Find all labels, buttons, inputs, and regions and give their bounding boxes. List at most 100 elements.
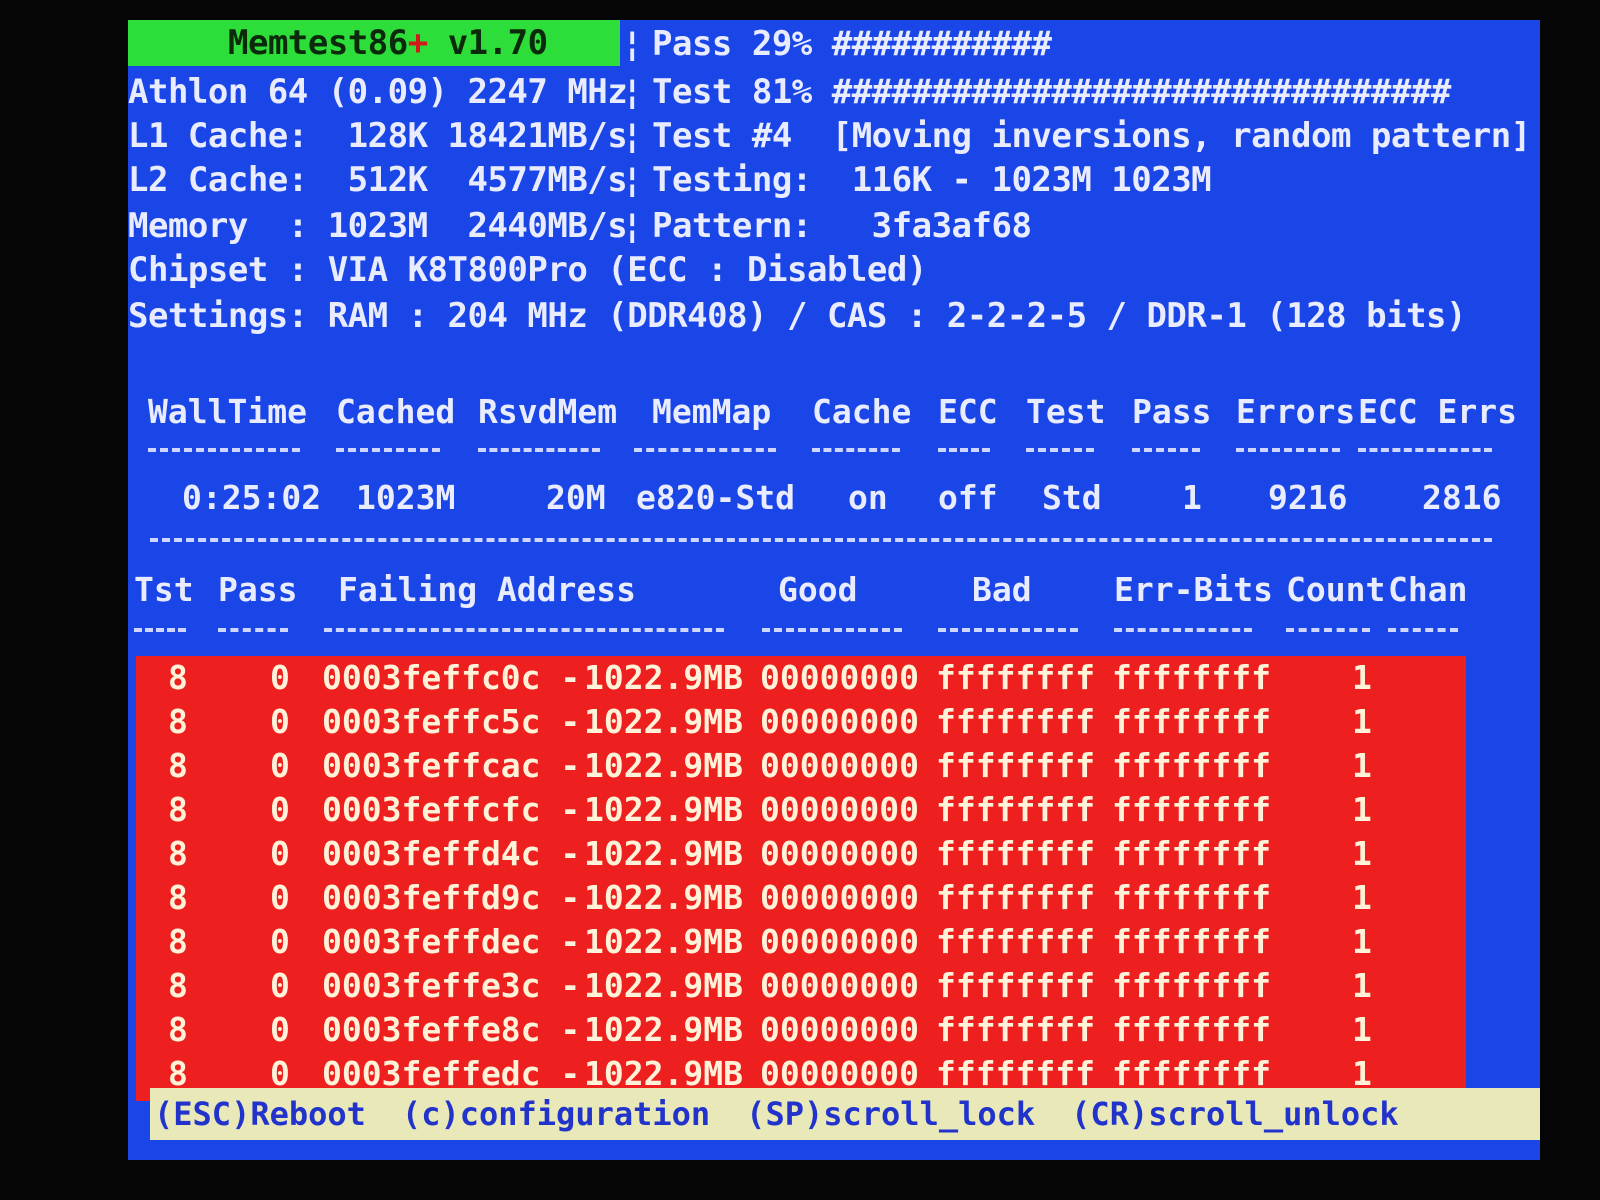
error-row: 8 0 0003feffdec - 1022.9MB 00000000 ffff… — [136, 920, 1466, 964]
scroll-lock-key-hint[interactable]: (SP)scroll_lock — [746, 1095, 1035, 1133]
stat-underline — [634, 448, 776, 456]
err-count: 1 — [1352, 834, 1372, 873]
footer-key-bar: (ESC)Reboot (c)configuration (SP)scroll_lo… — [150, 1088, 1540, 1140]
err-good: 00000000 — [760, 1010, 919, 1049]
err-bad: ffffffff — [936, 966, 1095, 1005]
stat-header-ecc: ECC — [938, 392, 998, 431]
err-good: 00000000 — [760, 922, 919, 961]
err-pass: 0 — [270, 658, 290, 697]
err-address: 0003feffdec - — [322, 922, 581, 961]
err-tst: 8 — [168, 922, 188, 961]
stat-underline — [1026, 448, 1094, 456]
err-good: 00000000 — [760, 878, 919, 917]
app-name: Memtest86 — [228, 23, 408, 63]
stat-underline — [1236, 448, 1340, 456]
error-row: 8 0 0003feffd9c - 1022.9MB 00000000 ffff… — [136, 876, 1466, 920]
configuration-key-hint[interactable]: (c)configuration — [402, 1095, 710, 1133]
err-bad: ffffffff — [936, 834, 1095, 873]
err-good: 00000000 — [760, 790, 919, 829]
error-row: 8 0 0003feffc5c - 1022.9MB 00000000 ffff… — [136, 700, 1466, 744]
err-address: 0003feffcfc - — [322, 790, 581, 829]
stat-rsvdmem: 20M — [546, 478, 606, 517]
app-version: v1.70 — [447, 23, 548, 63]
err-address: 0003feffcac - — [322, 746, 581, 785]
stat-ecc-errs: 2816 — [1422, 478, 1502, 517]
test-progress: Test 81% ############################### — [652, 72, 1451, 112]
memory-info: Memory : 1023M 2440MB/s — [128, 206, 628, 246]
stat-underline — [336, 448, 440, 456]
err-pass: 0 — [270, 966, 290, 1005]
err-mb: 1022.9MB — [584, 746, 743, 785]
stat-walltime: 0:25:02 — [182, 478, 322, 517]
separator: ¦ — [622, 160, 642, 200]
err-underline — [1286, 628, 1370, 636]
err-pass: 0 — [270, 1010, 290, 1049]
err-header-failing-address: Failing Address — [338, 570, 637, 609]
err-bad: ffffffff — [936, 702, 1095, 741]
err-tst: 8 — [168, 702, 188, 741]
err-pass: 0 — [270, 922, 290, 961]
stat-header-walltime: WallTime — [148, 392, 307, 431]
err-mb: 1022.9MB — [584, 834, 743, 873]
stat-header-test: Test — [1026, 392, 1106, 431]
err-tst: 8 — [168, 746, 188, 785]
err-pass: 0 — [270, 834, 290, 873]
err-underline — [134, 628, 186, 636]
err-pass: 0 — [270, 702, 290, 741]
testing-range: Testing: 116K - 1023M 1023M — [652, 160, 1212, 200]
scroll-unlock-key-hint[interactable]: (CR)scroll_unlock — [1071, 1095, 1399, 1133]
stat-underline — [148, 448, 300, 456]
error-row: 8 0 0003feffcfc - 1022.9MB 00000000 ffff… — [136, 788, 1466, 832]
err-count: 1 — [1352, 922, 1372, 961]
err-header-chan: Chan — [1388, 570, 1468, 609]
stat-underline — [478, 448, 600, 456]
separator: ¦ — [622, 72, 642, 112]
err-header-err-bits: Err-Bits — [1114, 570, 1273, 609]
error-list[interactable]: 8 0 0003feffc0c - 1022.9MB 00000000 ffff… — [136, 656, 1466, 1101]
err-mb: 1022.9MB — [584, 878, 743, 917]
stat-header-ecc-errs: ECC Errs — [1358, 392, 1517, 431]
err-address: 0003feffd4c - — [322, 834, 581, 873]
err-tst: 8 — [168, 966, 188, 1005]
footer-hints: (ESC)Reboot (c)configuration (SP)scroll_lo… — [154, 1094, 1435, 1134]
error-row: 8 0 0003feffcac - 1022.9MB 00000000 ffff… — [136, 744, 1466, 788]
err-bad: ffffffff — [936, 790, 1095, 829]
err-count: 1 — [1352, 702, 1372, 741]
stat-errors: 9216 — [1268, 478, 1348, 517]
separator: ¦ — [622, 206, 642, 246]
err-bits: ffffffff — [1112, 658, 1271, 697]
stat-underline — [1132, 448, 1200, 456]
title-bar: Memtest86+ v1.70 — [128, 20, 620, 66]
err-bad: ffffffff — [936, 922, 1095, 961]
reboot-key-hint[interactable]: (ESC)Reboot — [154, 1095, 366, 1133]
err-underline — [762, 628, 902, 636]
err-underline — [938, 628, 1078, 636]
err-count: 1 — [1352, 966, 1372, 1005]
err-bits: ffffffff — [1112, 966, 1271, 1005]
err-count: 1 — [1352, 878, 1372, 917]
err-header-tst: Tst — [134, 570, 194, 609]
separator: ¦ — [622, 24, 642, 64]
err-bits: ffffffff — [1112, 922, 1271, 961]
err-bits: ffffffff — [1112, 790, 1271, 829]
err-mb: 1022.9MB — [584, 922, 743, 961]
err-tst: 8 — [168, 878, 188, 917]
err-address: 0003feffd9c - — [322, 878, 581, 917]
err-count: 1 — [1352, 746, 1372, 785]
pass-progress-bar: ########### — [831, 24, 1052, 64]
err-tst: 8 — [168, 790, 188, 829]
err-underline — [324, 628, 724, 636]
err-pass: 0 — [270, 790, 290, 829]
err-count: 1 — [1352, 1010, 1372, 1049]
err-mb: 1022.9MB — [584, 966, 743, 1005]
app-title: Memtest86+ v1.70 — [228, 23, 548, 63]
error-row: 8 0 0003feffe8c - 1022.9MB 00000000 ffff… — [136, 1008, 1466, 1052]
err-bad: ffffffff — [936, 746, 1095, 785]
err-header-pass: Pass — [218, 570, 298, 609]
err-count: 1 — [1352, 658, 1372, 697]
stat-underline — [938, 448, 990, 456]
stat-underline — [1358, 448, 1492, 456]
err-good: 00000000 — [760, 834, 919, 873]
err-address: 0003feffc5c - — [322, 702, 581, 741]
separator: ¦ — [622, 116, 642, 156]
